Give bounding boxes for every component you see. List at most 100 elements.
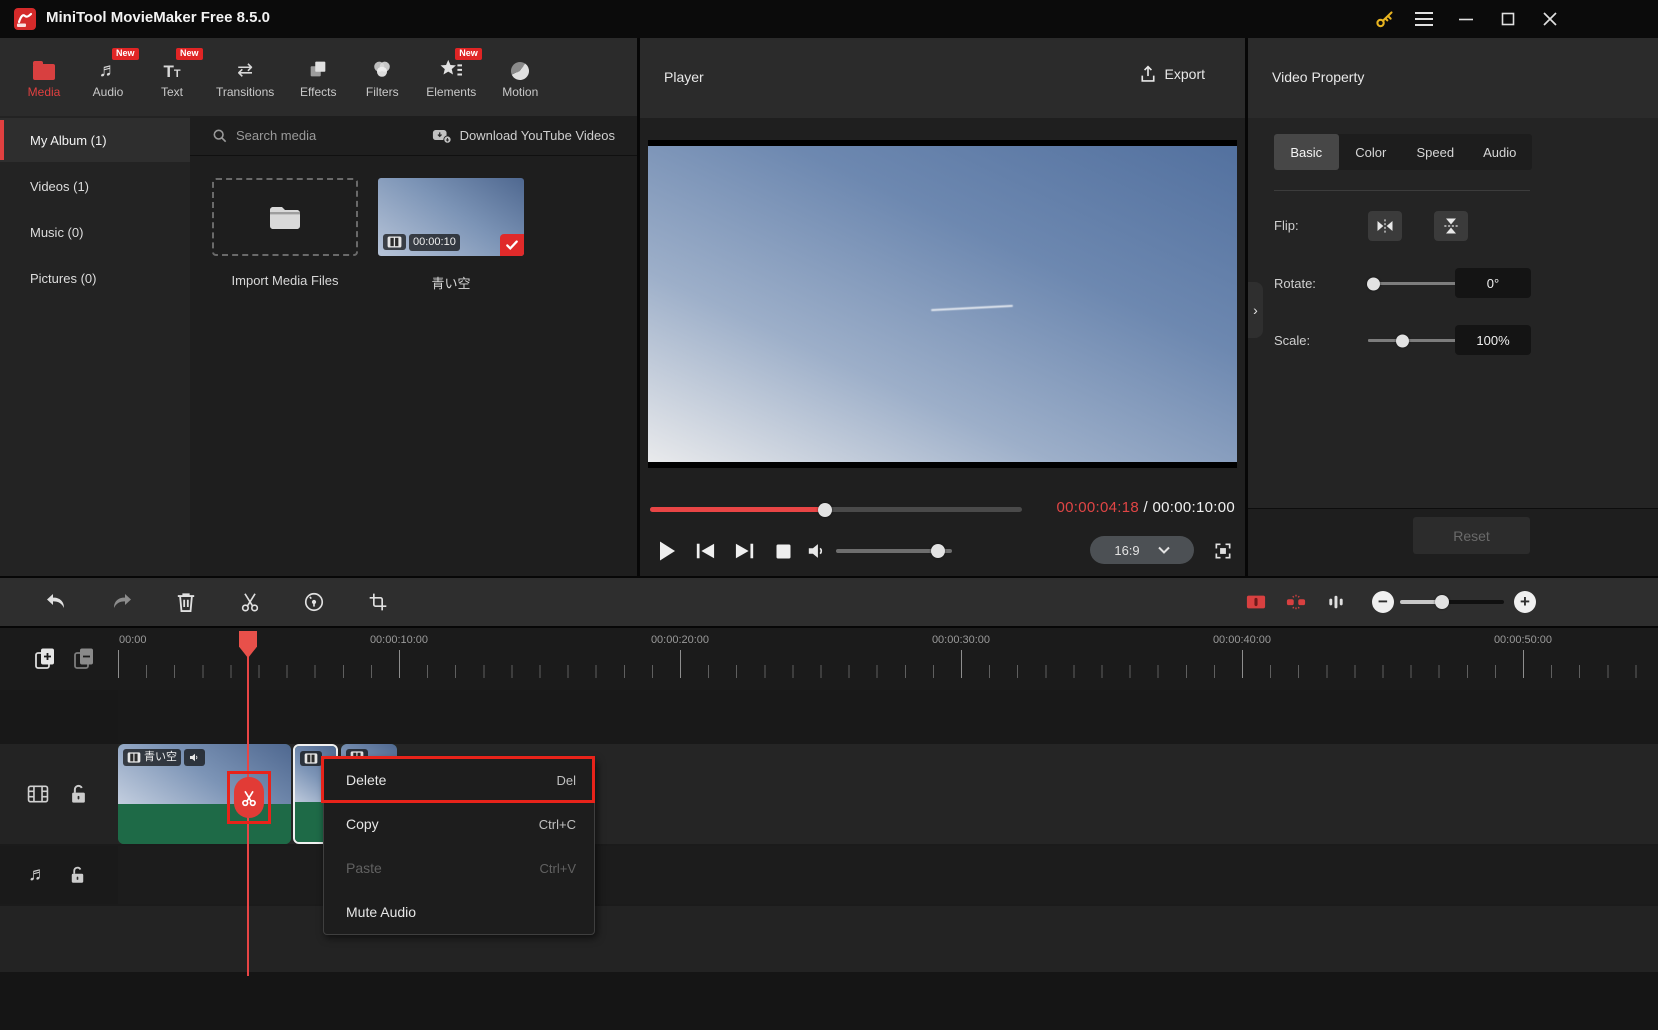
redo-button[interactable] <box>103 578 139 626</box>
fullscreen-button[interactable] <box>1210 538 1236 564</box>
property-tabs: Basic Color Speed Audio <box>1274 134 1532 170</box>
app-title: MiniTool MovieMaker Free 8.5.0 <box>46 9 270 26</box>
tab-speed[interactable]: Speed <box>1403 134 1468 170</box>
edit-mode-icon[interactable] <box>1238 578 1274 626</box>
sidebar-item-my-album[interactable]: My Album (1) <box>0 118 190 162</box>
timeline-toolbar: − + <box>0 578 1658 626</box>
rotate-value[interactable]: 0° <box>1455 268 1531 298</box>
menu-item-delete[interactable]: Delete Del <box>321 756 595 803</box>
film-icon <box>300 751 322 766</box>
play-button[interactable] <box>654 538 680 564</box>
tab-media[interactable]: Media <box>24 56 64 99</box>
undo-button[interactable] <box>39 578 75 626</box>
add-track-icon[interactable] <box>33 646 57 672</box>
flip-label: Flip: <box>1274 218 1299 233</box>
time-separator: / <box>1139 499 1153 516</box>
media-library-panel: Media New ♬ Audio New TT Text ⇄ Transiti… <box>0 38 637 576</box>
tab-audio[interactable]: New ♬ Audio <box>88 47 139 99</box>
current-time: 00:00:04:18 <box>1056 499 1140 516</box>
playback-progress-slider[interactable] <box>650 502 1022 517</box>
media-clip-name: 青い空 <box>431 276 471 291</box>
new-badge: New <box>112 47 139 60</box>
tab-filters[interactable]: Filters <box>362 56 402 99</box>
tab-basic[interactable]: Basic <box>1274 134 1339 170</box>
import-media-dropzone[interactable] <box>212 178 358 256</box>
ruler-label: 00:00 <box>119 634 147 646</box>
rotate-handle[interactable] <box>1367 277 1381 290</box>
download-youtube-button[interactable]: Download YouTube Videos <box>432 127 615 144</box>
tab-elements[interactable]: New Elements <box>426 47 482 99</box>
clip-duration-badge: 00:00:10 <box>409 233 460 251</box>
speed-button[interactable] <box>296 578 332 626</box>
split-scissors-button-clip[interactable] <box>234 777 264 818</box>
split-highlight-annotation <box>227 771 271 824</box>
media-content-area: Search media Download YouTube Videos Imp… <box>190 116 637 576</box>
video-property-panel: Video Property Basic Color Speed Audio F… <box>1248 38 1658 576</box>
scale-handle[interactable] <box>1395 334 1409 347</box>
sidebar-item-videos[interactable]: Videos (1) <box>0 164 190 208</box>
split-scissors-button[interactable] <box>232 578 268 626</box>
flip-horizontal-button[interactable] <box>1368 211 1402 241</box>
minimize-button[interactable] <box>1450 4 1482 34</box>
zoom-in-button[interactable]: + <box>1514 591 1536 613</box>
waveform-icon[interactable] <box>1318 578 1354 626</box>
next-frame-button[interactable] <box>732 538 758 564</box>
menu-item-copy[interactable]: Copy Ctrl+C <box>324 802 594 846</box>
stop-button[interactable] <box>770 538 796 564</box>
sidebar-item-pictures[interactable]: Pictures (0) <box>0 256 190 300</box>
aspect-ratio-select[interactable]: 16:9 <box>1090 536 1194 564</box>
divider <box>1274 190 1530 191</box>
export-button[interactable]: Export <box>1139 64 1205 84</box>
scale-value[interactable]: 100% <box>1455 325 1531 355</box>
top-navigation: Media New ♬ Audio New TT Text ⇄ Transiti… <box>0 38 637 116</box>
video-property-title: Video Property <box>1272 69 1365 85</box>
tab-motion[interactable]: Motion <box>500 56 540 99</box>
track-unlock-icon[interactable] <box>70 784 87 804</box>
collapse-panel-button[interactable]: › <box>1248 282 1263 338</box>
delete-button[interactable] <box>168 578 204 626</box>
title-bar: MiniTool MovieMaker Free 8.5.0 <box>0 0 1658 38</box>
tab-effects[interactable]: Effects <box>298 56 338 99</box>
crop-button[interactable] <box>360 578 396 626</box>
tab-color[interactable]: Color <box>1339 134 1404 170</box>
ruler-label: 00:00:40:00 <box>1212 634 1272 646</box>
previous-frame-button[interactable] <box>692 538 718 564</box>
menu-item-mute-audio[interactable]: Mute Audio <box>324 890 594 934</box>
search-media-input[interactable]: Search media <box>212 128 316 144</box>
export-upload-icon <box>1139 64 1157 84</box>
total-time: 00:00:10:00 <box>1152 499 1235 516</box>
flip-vertical-button[interactable] <box>1434 211 1468 241</box>
scale-label: Scale: <box>1274 333 1311 348</box>
ruler-label: 00:00:10:00 <box>369 634 429 646</box>
transition-arrows-icon: ⇄ <box>237 59 254 81</box>
close-button[interactable] <box>1534 4 1566 34</box>
media-clip-thumbnail[interactable]: 00:00:10 <box>378 178 524 256</box>
chevron-down-icon <box>1157 546 1170 554</box>
zoom-handle[interactable] <box>1434 595 1449 609</box>
tab-text[interactable]: New TT Text <box>152 47 203 99</box>
menu-hamburger-icon[interactable] <box>1408 4 1440 34</box>
sidebar-item-music[interactable]: Music (0) <box>0 210 190 254</box>
volume-slider[interactable] <box>836 544 952 558</box>
track-unlock-icon[interactable] <box>70 866 85 884</box>
progress-handle[interactable] <box>817 502 832 517</box>
zoom-out-button[interactable]: − <box>1372 591 1394 613</box>
film-icon <box>383 234 406 251</box>
volume-handle[interactable] <box>931 544 946 558</box>
volume-icon[interactable] <box>804 538 830 564</box>
split-mode-icon[interactable] <box>1278 578 1314 626</box>
timeline-zoom-slider[interactable] <box>1400 595 1504 609</box>
clip-name-label: 青い空 <box>144 751 177 763</box>
album-sidebar: My Album (1) Videos (1) Music (0) Pictur… <box>0 116 190 576</box>
import-media-label: Import Media Files <box>231 273 339 288</box>
maximize-button[interactable] <box>1492 4 1524 34</box>
remove-track-icon[interactable] <box>72 646 96 672</box>
license-key-icon[interactable] <box>1368 4 1400 34</box>
tab-audio[interactable]: Audio <box>1468 134 1533 170</box>
tab-transitions[interactable]: ⇄ Transitions <box>216 56 274 99</box>
menu-item-paste: Paste Ctrl+V <box>346 860 576 876</box>
reset-button[interactable]: Reset <box>1413 517 1530 554</box>
folder-icon <box>267 202 303 232</box>
time-display: 00:00:04:18 / 00:00:10:00 <box>1057 499 1236 516</box>
filters-circles-icon <box>371 56 393 80</box>
